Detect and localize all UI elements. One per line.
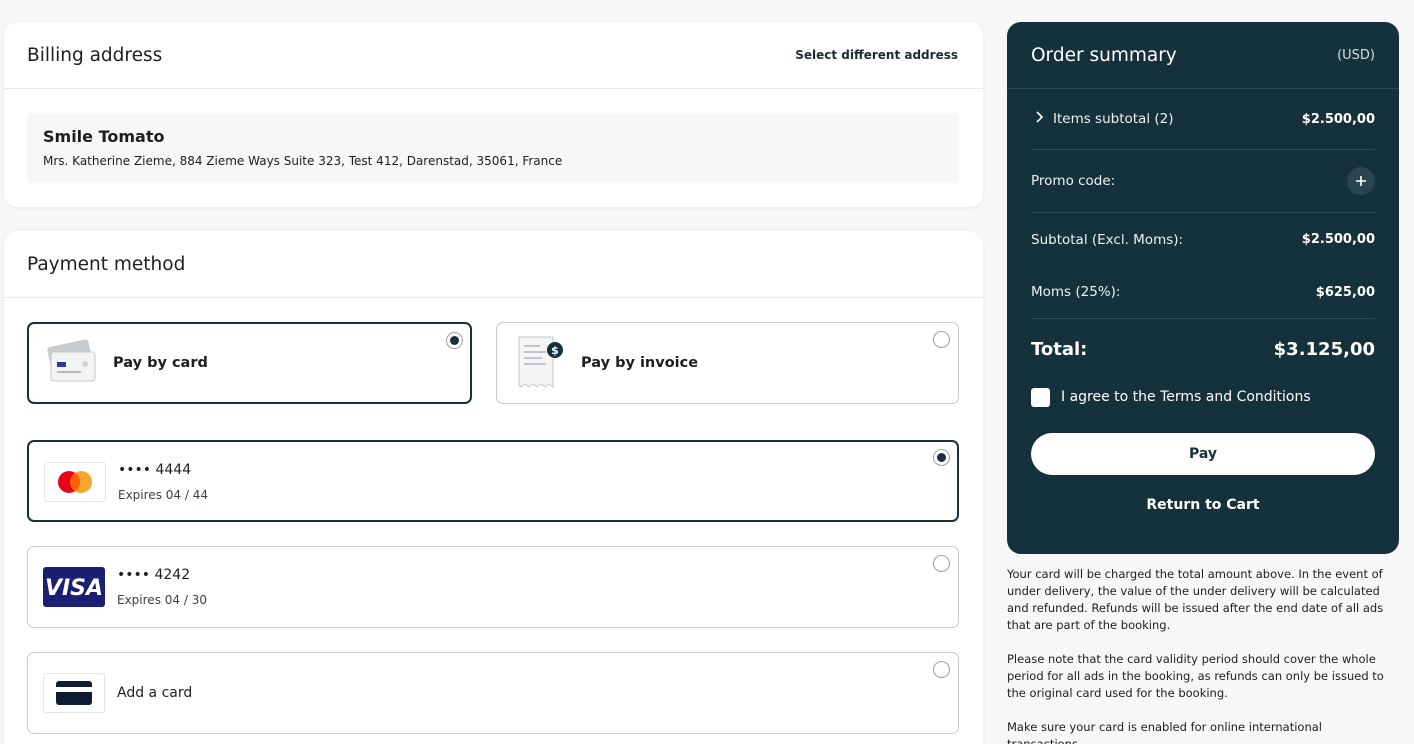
summary-currency: (USD) <box>1337 47 1375 63</box>
payment-title: Payment method <box>27 253 186 275</box>
subtotal-row: Subtotal (Excl. Moms): $2.500,00 <box>1031 213 1375 266</box>
items-subtotal-value: $2.500,00 <box>1301 111 1375 127</box>
pay-button[interactable]: Pay <box>1031 433 1375 475</box>
total-label: Total: <box>1031 338 1088 360</box>
method-label-invoice: Pay by invoice <box>581 355 699 371</box>
address-name: Smile Tomato <box>43 127 165 146</box>
add-card-radio[interactable] <box>933 661 950 678</box>
promo-code-label: Promo code: <box>1031 173 1116 189</box>
select-different-address-link[interactable]: Select different address <box>795 48 958 62</box>
mastercard-icon <box>44 462 106 502</box>
payment-notes: Your card will be charged the total amou… <box>1007 566 1399 744</box>
tax-row: Moms (25%): $625,00 <box>1031 266 1375 319</box>
order-summary: Order summary (USD) Items subtotal (2) $… <box>1007 22 1399 554</box>
subtotal-value: $2.500,00 <box>1301 232 1375 247</box>
subtotal-label: Subtotal (Excl. Moms): <box>1031 231 1184 248</box>
tax-label: Moms (25%): <box>1031 284 1121 300</box>
note-paragraph: Your card will be charged the total amou… <box>1007 567 1384 632</box>
items-subtotal-label: Items subtotal (2) <box>1053 111 1174 127</box>
billing-header: Billing address Select different address <box>4 22 983 89</box>
add-card-label: Add a card <box>117 685 193 701</box>
card-number: •••• 4444 <box>118 462 192 478</box>
summary-header: Order summary (USD) <box>1007 22 1399 89</box>
total-value: $3.125,00 <box>1273 338 1375 360</box>
method-invoice-radio[interactable] <box>933 331 950 348</box>
invoice-icon: $ <box>515 335 565 391</box>
summary-title: Order summary <box>1031 44 1177 66</box>
billing-address-card: Billing address Select different address… <box>4 22 983 207</box>
svg-text:$: $ <box>551 344 559 357</box>
note-paragraph: Please note that the card validity perio… <box>1007 652 1384 700</box>
card-expiry: Expires 04 / 44 <box>118 488 208 502</box>
card-number: •••• 4242 <box>117 567 191 583</box>
method-pay-by-invoice[interactable]: $ Pay by invoice <box>496 322 959 404</box>
saved-card-4242[interactable]: VISA •••• 4242 Expires 04 / 30 <box>27 546 959 628</box>
billing-title: Billing address <box>27 44 163 66</box>
chevron-right-icon <box>1035 111 1053 127</box>
address-box: Smile Tomato Mrs. Katherine Zieme, 884 Z… <box>27 113 959 183</box>
payment-header: Payment method <box>4 231 983 298</box>
add-promo-button[interactable] <box>1347 167 1375 195</box>
terms-label[interactable]: I agree to the Terms and Conditions <box>1061 389 1311 405</box>
saved-card-4242-radio[interactable] <box>933 555 950 572</box>
note-paragraph: Make sure your card is enabled for onlin… <box>1007 720 1322 744</box>
credit-cards-icon <box>45 338 97 388</box>
saved-card-4444-radio[interactable] <box>933 449 950 466</box>
return-to-cart-link[interactable]: Return to Cart <box>1031 497 1375 513</box>
saved-card-4444[interactable]: •••• 4444 Expires 04 / 44 <box>27 440 959 522</box>
total-row: Total: $3.125,00 <box>1031 319 1375 379</box>
method-pay-by-card[interactable]: Pay by card <box>27 322 472 404</box>
tax-value: $625,00 <box>1315 284 1375 300</box>
promo-code-row: Promo code: <box>1031 150 1375 213</box>
terms-checkbox[interactable] <box>1031 387 1050 407</box>
items-subtotal-row[interactable]: Items subtotal (2) $2.500,00 <box>1031 89 1375 150</box>
add-card-option[interactable]: Add a card <box>27 652 959 734</box>
card-icon <box>43 673 105 713</box>
method-card-radio[interactable] <box>446 332 463 349</box>
payment-method-card: Payment method Pay by card $ Pay by invo… <box>4 231 983 744</box>
visa-icon: VISA <box>43 567 105 607</box>
terms-agreement: I agree to the Terms and Conditions <box>1031 379 1375 415</box>
svg-text:VISA: VISA <box>46 576 102 601</box>
method-label-card: Pay by card <box>113 355 208 371</box>
items-subtotal: Items subtotal (2) <box>1031 111 1174 127</box>
plus-icon <box>1356 176 1366 186</box>
card-expiry: Expires 04 / 30 <box>117 593 207 607</box>
address-line: Mrs. Katherine Zieme, 884 Zieme Ways Sui… <box>43 154 563 168</box>
